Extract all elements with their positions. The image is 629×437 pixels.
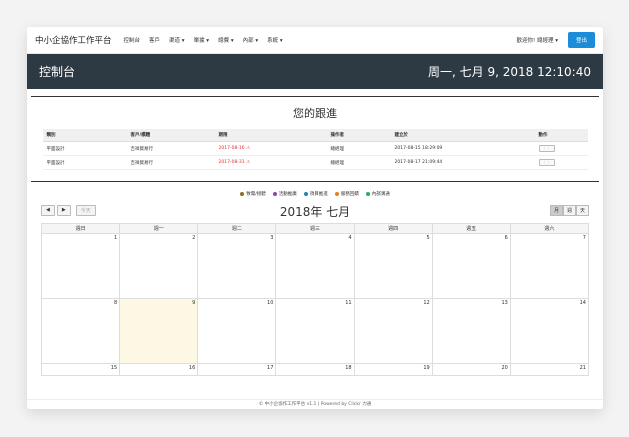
day-cell[interactable]: 20	[433, 364, 511, 375]
folder-icon[interactable]: 🗀	[538, 145, 555, 152]
day-cell[interactable]: 3	[198, 234, 277, 298]
row-type: 平面設計	[42, 141, 127, 156]
weekday: 週一	[120, 224, 199, 233]
day-cell[interactable]: 7	[511, 234, 588, 298]
legend-item: 致電/接聽	[240, 191, 266, 197]
weekday: 週五	[433, 224, 511, 233]
legend-dot	[334, 191, 339, 196]
followup-table: 類別 客戶/標題 期限 操作者 建立於 動作 平面設計 吉祥貿易行 2017-0…	[42, 129, 588, 170]
page-title: 控制台	[39, 65, 76, 79]
row-deadline: 2017-08-31 ⚠	[214, 155, 327, 170]
row-operator: 總經理	[326, 155, 391, 170]
nav-dashboard[interactable]: 控制台	[124, 36, 141, 44]
nav-channels[interactable]: 渠道 ▾	[169, 36, 185, 44]
title-bar: 控制台 周一, 七月 9, 2018 12:10:40	[27, 54, 603, 89]
day-cell[interactable]: 8	[42, 299, 121, 363]
week-row: 15 16 17 18 19 20 21	[42, 363, 588, 375]
day-cell[interactable]: 19	[355, 364, 433, 375]
week-row: 8 9 10 11 12 13 14	[42, 298, 588, 363]
day-cell[interactable]: 15	[42, 364, 121, 375]
table-row: 平面設計 吉祥貿易行 2017-08-31 ⚠ 總經理 2017-08-17 2…	[42, 155, 588, 170]
calendar-grid: 週日 週一 週二 週三 週四 週五 週六 1 2 3 4 5 6 7 8 9 1…	[41, 223, 589, 376]
day-cell[interactable]: 6	[433, 234, 511, 298]
day-cell[interactable]: 1	[42, 234, 121, 298]
calendar-title: 2018年 七月	[279, 205, 351, 219]
day-cell[interactable]: 11	[276, 299, 355, 363]
brand[interactable]: 中小企協作工作平台	[35, 34, 112, 46]
legend-dot	[365, 191, 370, 196]
table-row: 平面設計 吉祥貿易行 2017-08-16 ⚠ 總經理 2017-08-15 1…	[42, 141, 588, 156]
nav-documents[interactable]: 單據 ▾	[194, 36, 210, 44]
weekday: 週三	[276, 224, 355, 233]
col-deadline: 期限	[214, 129, 327, 142]
footer: © 中小企協作工作平台 v1.1 | Powered by Clickr 力通	[27, 399, 603, 409]
day-cell-today[interactable]: 9	[120, 299, 199, 363]
folder-icon[interactable]: 🗀	[538, 159, 555, 166]
week-row: 1 2 3 4 5 6 7	[42, 233, 588, 298]
col-operator: 操作者	[326, 129, 391, 142]
day-cell[interactable]: 2	[120, 234, 199, 298]
user-menu[interactable]: 歡迎你! 總經理 ▾	[517, 36, 558, 44]
day-cell[interactable]: 13	[433, 299, 511, 363]
row-client: 吉祥貿易行	[126, 155, 215, 170]
row-action: 🗀	[534, 155, 588, 170]
col-type: 類別	[42, 129, 127, 142]
calendar-legend: 致電/接聽 活動推廣 項目推進 服務回饋 內部溝通	[31, 191, 599, 197]
day-cell[interactable]: 12	[355, 299, 433, 363]
day-cell[interactable]: 4	[276, 234, 355, 298]
legend-dot	[303, 191, 308, 196]
col-action: 動作	[534, 129, 588, 142]
logout-button[interactable]: 登出	[567, 32, 595, 48]
view-week-button[interactable]: 週	[562, 205, 576, 216]
day-cell[interactable]: 18	[276, 364, 355, 375]
row-deadline: 2017-08-16 ⚠	[214, 141, 327, 156]
weekday-header: 週日 週一 週二 週三 週四 週五 週六	[42, 224, 588, 233]
day-cell[interactable]: 16	[120, 364, 199, 375]
row-client: 吉祥貿易行	[126, 141, 215, 156]
calendar-toolbar: ◀ ▶ 今天 2018年 七月 月 週 天	[41, 203, 589, 219]
row-created: 2017-08-17 21:09:44	[390, 155, 535, 170]
legend-item: 服務回饋	[334, 191, 359, 197]
day-cell[interactable]: 10	[198, 299, 277, 363]
legend-dot	[272, 191, 277, 196]
day-cell[interactable]: 21	[511, 364, 588, 375]
followup-title: 您的跟進	[293, 107, 337, 120]
weekday: 週六	[544, 226, 555, 232]
nav-expenses[interactable]: 總費 ▾	[218, 36, 234, 44]
view-month-button[interactable]: 月	[549, 205, 563, 216]
weekday: 週日	[42, 224, 121, 233]
day-cell[interactable]: 14	[511, 299, 588, 363]
nav-internal[interactable]: 內部 ▾	[243, 36, 259, 44]
view-day-button[interactable]: 天	[575, 205, 589, 216]
day-cell[interactable]: 5	[355, 234, 433, 298]
calendar-section: 致電/接聽 活動推廣 項目推進 服務回饋 內部溝通 ◀ ▶ 今天 2018年 七…	[31, 181, 599, 376]
col-created: 建立於	[390, 129, 535, 142]
weekday: 週四	[355, 224, 433, 233]
weekday: 週二	[198, 224, 277, 233]
row-action: 🗀	[534, 141, 588, 156]
legend-item: 內部溝通	[365, 191, 390, 197]
legend-dot	[240, 191, 245, 196]
nav-system[interactable]: 系統 ▾	[267, 36, 283, 44]
clock: 周一, 七月 9, 2018 12:10:40	[428, 65, 591, 79]
row-type: 平面設計	[42, 155, 127, 170]
followup-section: 您的跟進 類別 客戶/標題 期限 操作者 建立於 動作 平面設計 吉祥貿易行 2…	[31, 96, 599, 170]
view-switcher: 月 週 天	[549, 205, 589, 216]
top-navbar: 中小企協作工作平台 控制台 客戶 渠道 ▾ 單據 ▾ 總費 ▾ 內部 ▾ 系統 …	[27, 27, 603, 54]
col-client: 客戶/標題	[126, 129, 215, 142]
nav-customers[interactable]: 客戶	[149, 36, 160, 44]
row-operator: 總經理	[326, 141, 391, 156]
app-window: 中小企協作工作平台 控制台 客戶 渠道 ▾ 單據 ▾ 總費 ▾ 內部 ▾ 系統 …	[27, 27, 603, 409]
legend-item: 項目推進	[303, 191, 328, 197]
legend-item: 活動推廣	[272, 191, 297, 197]
day-cell[interactable]: 17	[198, 364, 277, 375]
row-created: 2017-08-15 18:29:09	[390, 141, 535, 156]
